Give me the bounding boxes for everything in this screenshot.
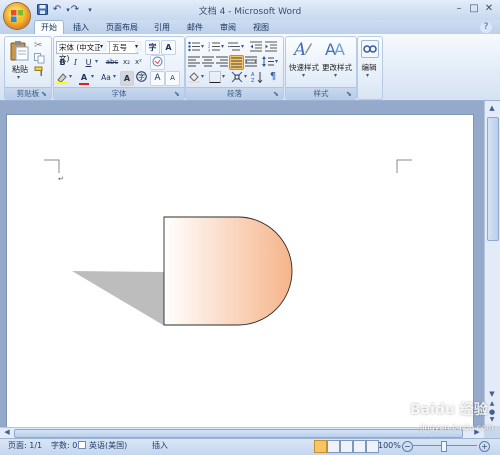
zoom-in-icon[interactable]: +	[479, 441, 490, 452]
shape-canvas	[72, 216, 293, 326]
full-screen-view-icon[interactable]	[327, 440, 340, 453]
status-insert-mode[interactable]: 插入	[152, 441, 168, 451]
outline-view-icon[interactable]	[353, 440, 366, 453]
zoom-level[interactable]: 100%	[378, 441, 401, 451]
scroll-up-icon[interactable]: ▲	[485, 102, 499, 114]
office-button[interactable]	[4, 3, 30, 29]
shape-shadow	[72, 271, 165, 325]
status-language[interactable]: 英语(美国)	[89, 441, 127, 451]
watermark-logo: Baidu 经验	[410, 402, 488, 418]
vertical-scroll-thumb[interactable]	[487, 117, 499, 241]
status-page[interactable]: 页面: 1/1	[8, 441, 42, 451]
zoom-out-icon[interactable]: −	[402, 441, 413, 452]
print-layout-view-icon[interactable]	[314, 440, 327, 453]
status-words[interactable]: 字数: 0	[51, 441, 77, 451]
zoom-slider-thumb[interactable]	[441, 441, 447, 452]
web-layout-view-icon[interactable]	[340, 440, 353, 453]
horizontal-scroll-thumb[interactable]	[14, 429, 463, 438]
office-logo-icon	[11, 10, 23, 22]
proofing-icon[interactable]	[78, 441, 86, 449]
scroll-left-icon[interactable]: ◀	[2, 428, 12, 437]
d-shape[interactable]	[163, 216, 293, 326]
watermark-url: jingyan.baidu.com	[420, 423, 494, 432]
